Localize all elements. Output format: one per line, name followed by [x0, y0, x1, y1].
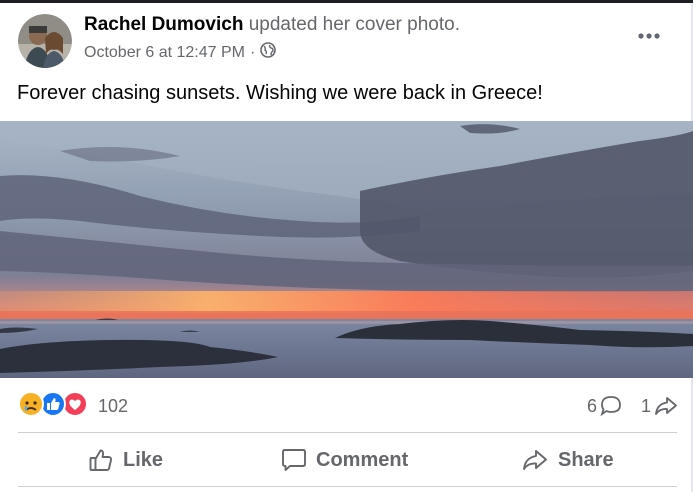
- post-action-text: updated her cover photo.: [243, 14, 460, 35]
- like-button[interactable]: Like: [88, 440, 163, 480]
- share-button[interactable]: Share: [521, 440, 614, 480]
- share-button-label: Share: [558, 448, 614, 471]
- bottom-divider: [18, 486, 677, 487]
- share-count[interactable]: 1: [641, 395, 679, 417]
- reaction-count: 102: [98, 395, 129, 416]
- share-arrow-icon: [655, 397, 677, 415]
- globe-icon[interactable]: [260, 42, 277, 63]
- avatar[interactable]: [18, 14, 72, 68]
- comment-bubble-icon: [600, 396, 621, 417]
- post-actions-bar: Like Comment Share: [0, 440, 693, 480]
- like-button-label: Like: [123, 448, 164, 471]
- comment-button[interactable]: Comment: [281, 440, 408, 480]
- comment-button-label: Comment: [316, 448, 409, 471]
- share-icon: [523, 450, 547, 470]
- post-caption: Forever chasing sunsets. Wishing we were…: [17, 82, 543, 104]
- cover-photo[interactable]: [0, 121, 693, 378]
- engagement-stats: 6 1: [569, 392, 679, 420]
- sad-icon: [18, 390, 44, 422]
- meta-separator: ·: [249, 43, 256, 61]
- share-count-value: 1: [640, 395, 651, 416]
- comment-count[interactable]: 6: [587, 395, 623, 417]
- author-name[interactable]: Rachel Dumovich: [84, 14, 243, 35]
- comment-icon: [282, 449, 306, 471]
- comment-count-value: 6: [586, 395, 597, 416]
- post-timestamp[interactable]: October 6 at 12:47 PM: [84, 44, 245, 62]
- reactions-summary[interactable]: 102: [18, 390, 129, 422]
- more-options-icon[interactable]: [635, 26, 663, 46]
- divider: [18, 432, 677, 433]
- post-header-text: Rachel Dumovich updated her cover photo.: [84, 14, 460, 36]
- thumbs-up-icon: [89, 449, 113, 471]
- post-meta: October 6 at 12:47 PM ·: [84, 42, 277, 63]
